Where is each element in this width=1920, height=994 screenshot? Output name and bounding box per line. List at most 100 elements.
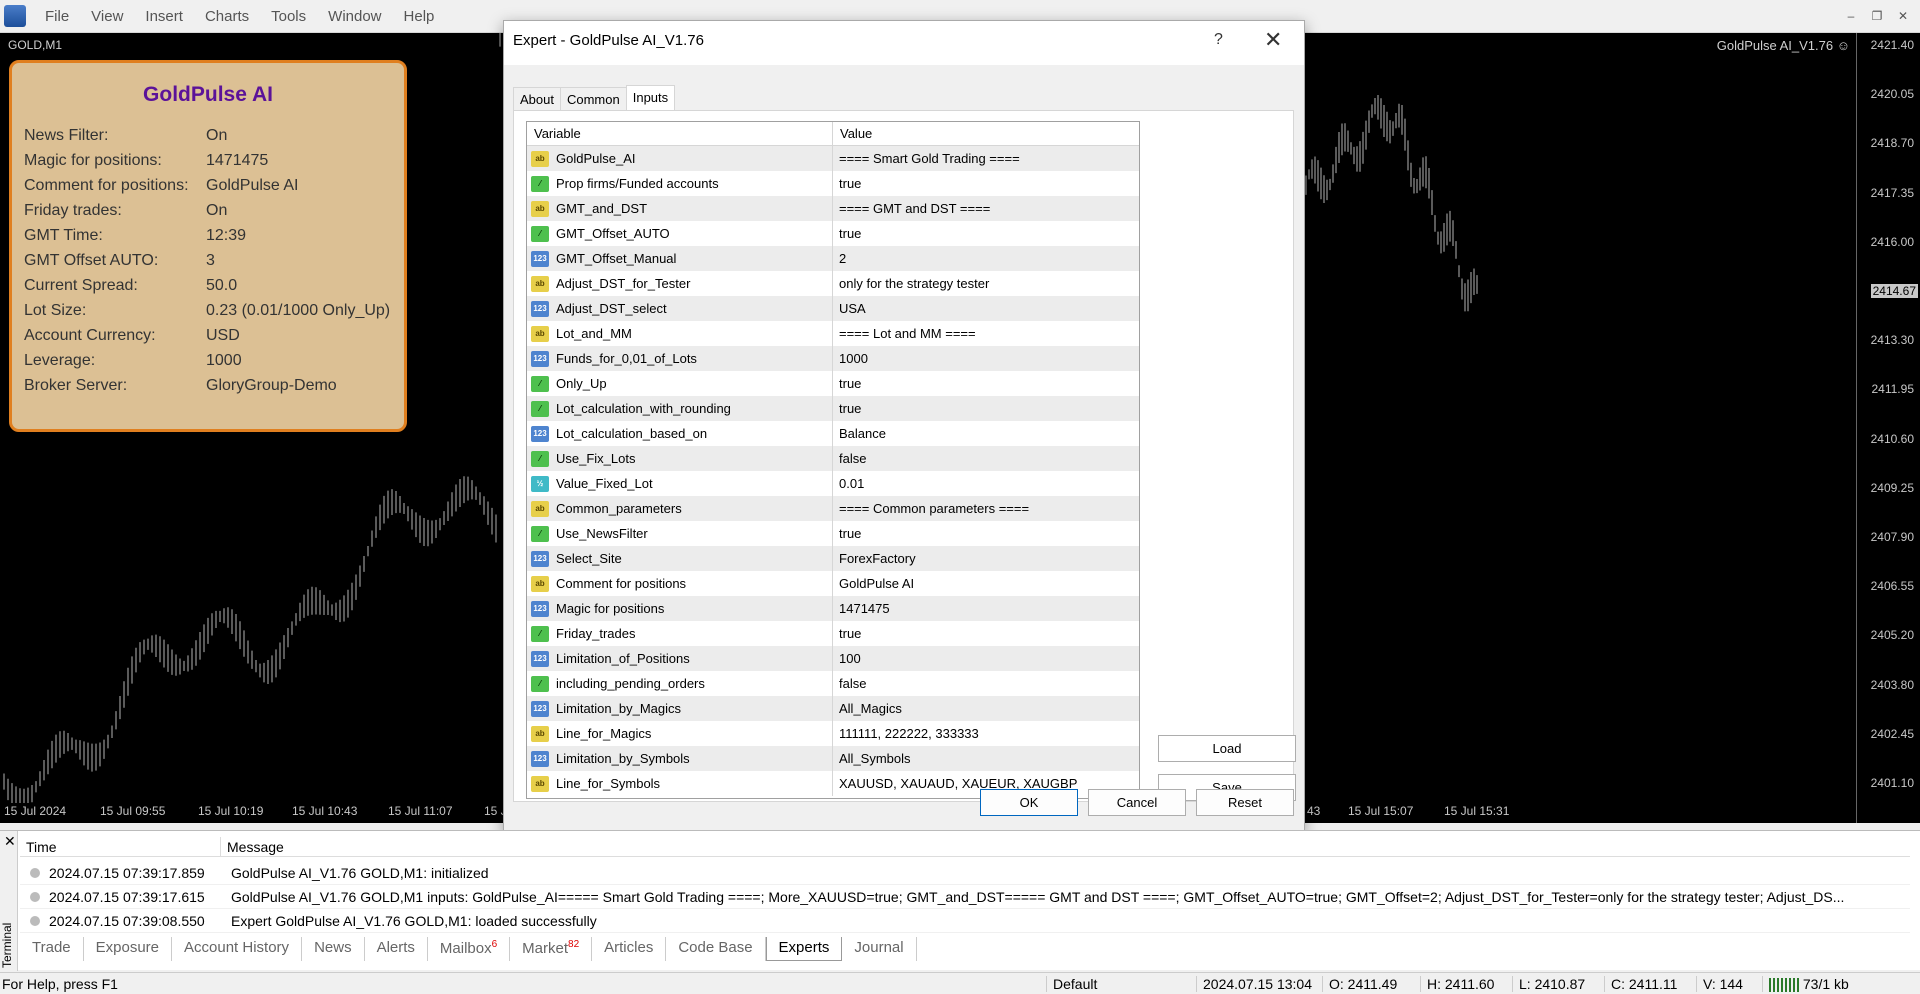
input-variable-cell: 123 Adjust_DST_select (527, 296, 833, 321)
input-value[interactable]: only for the strategy tester (833, 276, 989, 291)
input-name: Adjust_DST_select (556, 301, 667, 316)
input-row[interactable]: ⁄ GMT_Offset_AUTO true (527, 221, 1139, 246)
terminal-tab-articles[interactable]: Articles (592, 937, 667, 961)
menu-help[interactable]: Help (393, 8, 446, 25)
status-profile[interactable]: Default (1046, 976, 1196, 992)
input-value[interactable]: 1000 (833, 351, 868, 366)
input-row[interactable]: ab Comment for positions GoldPulse AI (527, 571, 1139, 596)
grid-rows: ab GoldPulse_AI ==== Smart Gold Trading ==… (527, 146, 1139, 796)
close-window-icon[interactable]: ✕ (1892, 6, 1914, 26)
input-row[interactable]: 123 Funds_for_0,01_of_Lots 1000 (527, 346, 1139, 371)
input-row[interactable]: 123 Select_Site ForexFactory (527, 546, 1139, 571)
input-name: including_pending_orders (556, 676, 705, 691)
input-value[interactable]: GoldPulse AI (833, 576, 914, 591)
terminal-tab-mailbox[interactable]: Mailbox6 (428, 937, 511, 961)
minimize-icon[interactable]: ‒ (1840, 6, 1862, 26)
help-icon[interactable]: ? (1214, 31, 1223, 49)
input-variable-cell: ab Line_for_Magics (527, 721, 833, 746)
input-value[interactable]: true (833, 376, 861, 391)
input-value[interactable]: 2 (833, 251, 846, 266)
input-value[interactable]: true (833, 526, 861, 541)
info-value: 12:39 (206, 226, 247, 244)
cancel-button[interactable]: Cancel (1088, 789, 1186, 816)
input-row[interactable]: ab Common_parameters ==== Common parameter… (527, 496, 1139, 521)
price-axis[interactable]: 2421.40 2420.05 2418.70 2417.35 2416.00 2414.… (1856, 33, 1920, 823)
input-value[interactable]: ==== Lot and MM ==== (833, 326, 976, 341)
input-value[interactable]: true (833, 626, 861, 641)
input-row[interactable]: ½ Value_Fixed_Lot 0.01 (527, 471, 1139, 496)
log-message: GoldPulse AI_V1.76 GOLD,M1: initialized (231, 864, 489, 881)
input-value[interactable]: true (833, 401, 861, 416)
input-value[interactable]: USA (833, 301, 866, 316)
terminal-tab-code-base[interactable]: Code Base (666, 937, 766, 961)
input-row[interactable]: 123 Magic for positions 1471475 (527, 596, 1139, 621)
input-value[interactable]: false (833, 451, 866, 466)
restore-icon[interactable]: ❐ (1866, 6, 1888, 26)
terminal-tab-alerts[interactable]: Alerts (365, 937, 428, 961)
terminal-tab-trade[interactable]: Trade (20, 937, 84, 961)
input-value[interactable]: 1471475 (833, 601, 890, 616)
input-value[interactable]: true (833, 226, 861, 241)
input-value[interactable]: false (833, 676, 866, 691)
terminal-tab-market[interactable]: Market82 (510, 937, 593, 961)
input-value[interactable]: All_Symbols (833, 751, 911, 766)
menu-charts[interactable]: Charts (194, 8, 260, 25)
input-row[interactable]: ⁄ Lot_calculation_with_rounding true (527, 396, 1139, 421)
col-time[interactable]: Time (20, 837, 221, 856)
input-value[interactable]: ==== Smart Gold Trading ==== (833, 151, 1020, 166)
input-row[interactable]: ab GoldPulse_AI ==== Smart Gold Trading ==… (527, 146, 1139, 171)
col-message[interactable]: Message (221, 837, 290, 856)
input-row[interactable]: ab Lot_and_MM ==== Lot and MM ==== (527, 321, 1139, 346)
input-row[interactable]: ab Adjust_DST_for_Tester only for the stra… (527, 271, 1139, 296)
input-value[interactable]: All_Magics (833, 701, 902, 716)
input-row[interactable]: ⁄ including_pending_orders false (527, 671, 1139, 696)
input-value[interactable]: true (833, 176, 861, 191)
input-variable-cell: 123 GMT_Offset_Manual (527, 246, 833, 271)
input-row[interactable]: ⁄ Prop firms/Funded accounts true (527, 171, 1139, 196)
terminal-tab-account-history[interactable]: Account History (172, 937, 303, 961)
input-row[interactable]: ⁄ Friday_trades true (527, 621, 1139, 646)
menu-insert[interactable]: Insert (134, 8, 194, 25)
terminal-tab-experts[interactable]: Experts (765, 937, 843, 961)
reset-button[interactable]: Reset (1196, 789, 1294, 816)
input-row[interactable]: ⁄ Use_NewsFilter true (527, 521, 1139, 546)
menu-view[interactable]: View (80, 8, 134, 25)
input-value[interactable]: 0.01 (833, 476, 864, 491)
terminal-tab-news[interactable]: News (302, 937, 365, 961)
load-button[interactable]: Load (1158, 735, 1296, 762)
terminal-tab-journal[interactable]: Journal (842, 937, 917, 961)
menu-file[interactable]: File (34, 8, 80, 25)
input-row[interactable]: ab GMT_and_DST ==== GMT and DST ==== (527, 196, 1139, 221)
log-row[interactable]: 2024.07.15 07:39:08.550 Expert GoldPulse … (20, 909, 1910, 933)
input-row[interactable]: ⁄ Only_Up true (527, 371, 1139, 396)
terminal-tab-label: Alerts (376, 939, 415, 956)
input-row[interactable]: 123 Adjust_DST_select USA (527, 296, 1139, 321)
menu-window[interactable]: Window (317, 8, 392, 25)
input-row[interactable]: 123 Limitation_by_Magics All_Magics (527, 696, 1139, 721)
input-row[interactable]: 123 Lot_calculation_based_on Balance (527, 421, 1139, 446)
tab-inputs[interactable]: Inputs (625, 85, 676, 111)
input-value[interactable]: 100 (833, 651, 861, 666)
ok-button[interactable]: OK (980, 789, 1078, 816)
menu-tools[interactable]: Tools (260, 8, 317, 25)
terminal-tab-exposure[interactable]: Exposure (84, 937, 173, 961)
input-value[interactable]: ==== GMT and DST ==== (833, 201, 990, 216)
input-row[interactable]: ab Line_for_Magics 111111, 222222, 333333 (527, 721, 1139, 746)
price-tick: 2421.40 (1870, 38, 1914, 52)
input-row[interactable]: 123 GMT_Offset_Manual 2 (527, 246, 1139, 271)
log-row[interactable]: 2024.07.15 07:39:17.859 GoldPulse AI_V1.7… (20, 861, 1910, 885)
log-row[interactable]: 2024.07.15 07:39:17.615 GoldPulse AI_V1.7… (20, 885, 1910, 909)
col-value[interactable]: Value (833, 122, 879, 145)
price-tick: 2409.25 (1870, 480, 1914, 495)
input-row[interactable]: 123 Limitation_of_Positions 100 (527, 646, 1139, 671)
info-value: 1000 (206, 351, 242, 369)
input-value[interactable]: Balance (833, 426, 886, 441)
input-value[interactable]: 111111, 222222, 333333 (833, 726, 979, 741)
input-row[interactable]: 123 Limitation_by_Symbols All_Symbols (527, 746, 1139, 771)
close-icon[interactable]: ✕ (1264, 27, 1282, 53)
input-value[interactable]: ForexFactory (833, 551, 916, 566)
col-variable[interactable]: Variable (527, 122, 833, 145)
terminal-close-icon[interactable]: ✕ (4, 833, 16, 850)
input-value[interactable]: ==== Common parameters ==== (833, 501, 1029, 516)
input-row[interactable]: ⁄ Use_Fix_Lots false (527, 446, 1139, 471)
